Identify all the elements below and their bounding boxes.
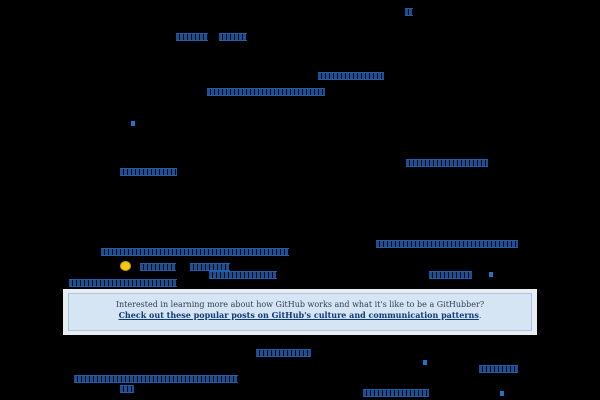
- link-fragment[interactable]: [101, 248, 289, 256]
- link-fragment[interactable]: [376, 240, 518, 248]
- link-fragment[interactable]: [176, 33, 208, 41]
- culture-posts-link[interactable]: Check out these popular posts on GitHub'…: [119, 310, 479, 320]
- link-fragment[interactable]: [120, 385, 134, 393]
- link-fragment[interactable]: [500, 391, 504, 396]
- page: Interested in learning more about how Gi…: [0, 0, 600, 400]
- link-fragment[interactable]: [131, 121, 135, 126]
- link-fragment[interactable]: [318, 72, 384, 80]
- link-fragment[interactable]: [207, 88, 325, 96]
- link-fragment[interactable]: [69, 279, 177, 287]
- link-fragment[interactable]: [140, 263, 176, 271]
- smiley-emoji-icon: [121, 262, 130, 270]
- link-fragment[interactable]: [423, 360, 427, 365]
- link-fragment[interactable]: [405, 8, 413, 16]
- link-fragment[interactable]: [256, 349, 311, 357]
- link-fragment[interactable]: [74, 375, 238, 383]
- link-fragment[interactable]: [489, 272, 493, 277]
- link-fragment[interactable]: [209, 271, 277, 279]
- link-fragment[interactable]: [363, 389, 429, 397]
- promo-link-line: Check out these popular posts on GitHub'…: [69, 310, 531, 321]
- link-fragment[interactable]: [190, 263, 230, 271]
- link-fragment[interactable]: [219, 33, 247, 41]
- link-fragment[interactable]: [429, 271, 472, 279]
- link-fragment[interactable]: [406, 159, 488, 167]
- link-fragment[interactable]: [479, 365, 518, 373]
- culture-promo-panel: Interested in learning more about how Gi…: [63, 289, 537, 335]
- promo-question: Interested in learning more about how Gi…: [115, 300, 485, 309]
- link-fragment[interactable]: [120, 168, 177, 176]
- promo-trailing-period: .: [478, 311, 482, 320]
- culture-promo-box: Interested in learning more about how Gi…: [68, 293, 532, 331]
